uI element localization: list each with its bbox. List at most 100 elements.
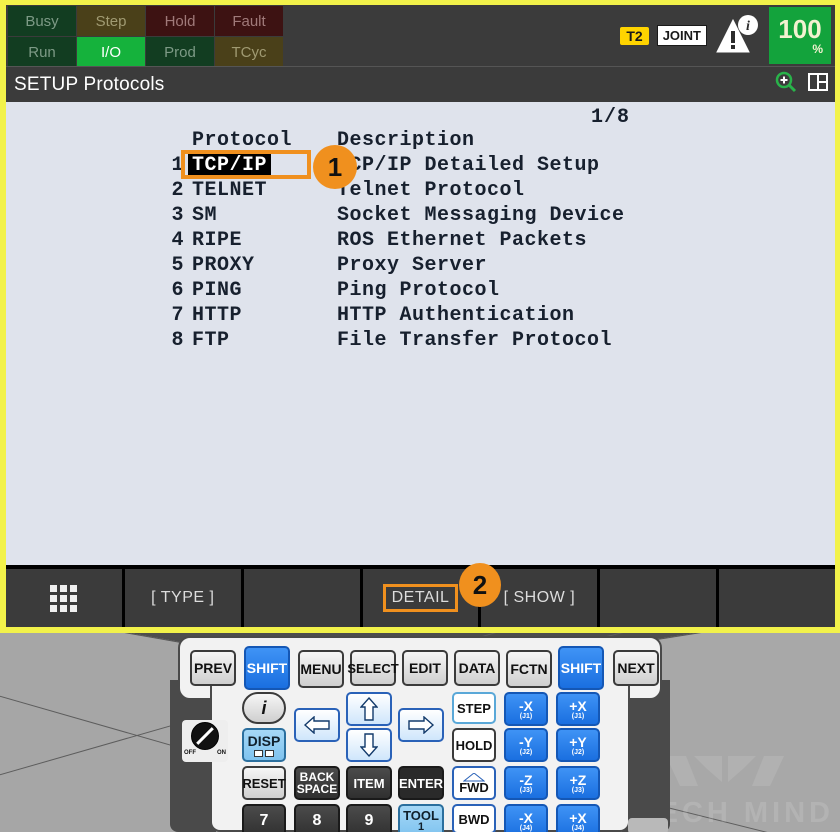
row-index: 4 (171, 229, 184, 252)
key-prev[interactable]: PREV (190, 650, 236, 686)
key-next[interactable]: NEXT (613, 650, 659, 686)
protocol-row-sm[interactable]: 3 SM Socket Messaging Device (166, 203, 625, 228)
key-disp[interactable]: DISP (242, 728, 286, 762)
annotation-badge-2: 2 (459, 563, 501, 607)
arrow-down-icon (360, 733, 378, 758)
fkey-blank-1[interactable] (244, 569, 363, 627)
key-menu[interactable]: MENU (298, 650, 344, 688)
arrow-left-icon (303, 716, 330, 734)
key-jog-minus-x-j4[interactable]: -X (J4) (504, 804, 548, 832)
pendant-right-pad (628, 818, 668, 832)
override-display[interactable]: 100 % (769, 7, 831, 64)
key-arrow-down[interactable] (346, 728, 392, 762)
key-reset[interactable]: RESET (242, 766, 286, 800)
key-info-icon[interactable]: i (242, 692, 286, 724)
function-key-bar: [ TYPE ] DETAIL [ SHOW ] (6, 565, 835, 627)
key-step[interactable]: STEP (452, 692, 496, 724)
key-jog-main: +X (569, 697, 587, 714)
key-jog-minus-z-j3[interactable]: -Z (J3) (504, 766, 548, 800)
protocol-row-telnet[interactable]: 2 TELNET Telnet Protocol (166, 178, 625, 203)
fkey-type[interactable]: [ TYPE ] (125, 569, 244, 627)
arrow-up-icon (360, 696, 378, 721)
key-hold[interactable]: HOLD (452, 728, 496, 762)
zoom-in-icon[interactable] (775, 71, 797, 98)
fkey-blank-2[interactable] (600, 569, 720, 627)
row-protocol: SM (192, 204, 218, 227)
fkey-menu-grid[interactable] (6, 569, 125, 627)
row-index: 7 (171, 304, 184, 327)
protocol-row-ftp[interactable]: 8 FTP File Transfer Protocol (166, 328, 625, 353)
key-item[interactable]: ITEM (346, 766, 392, 800)
title-bar-icons (775, 71, 829, 98)
status-tcyc: TCyc (215, 37, 283, 67)
key-data[interactable]: DATA (454, 650, 500, 686)
key-select[interactable]: SELECT (347, 650, 399, 686)
mech-mind-logo-icon (666, 756, 784, 786)
row-index: 6 (171, 279, 184, 302)
key-jog-sub: (J1) (519, 712, 533, 720)
key-arrow-right[interactable] (398, 708, 444, 742)
key-jog-sub: (J3) (519, 786, 533, 794)
key-arrow-left[interactable] (294, 708, 340, 742)
row-description: Telnet Protocol (337, 179, 525, 202)
key-tool-1[interactable]: TOOL 1 (398, 804, 444, 832)
row-index: 8 (171, 329, 184, 352)
key-jog-plus-x-j4[interactable]: +X (J4) (556, 804, 600, 832)
key-shift-right[interactable]: SHIFT (558, 646, 604, 690)
row-index: 2 (171, 179, 184, 202)
key-edit[interactable]: EDIT (402, 650, 448, 686)
coord-badge: JOINT (656, 25, 707, 46)
selection-highlight-box (181, 150, 311, 179)
power-switch[interactable]: OFF ON (182, 720, 228, 762)
protocol-row-ping[interactable]: 6 PING Ping Protocol (166, 278, 625, 303)
key-jog-minus-x-j1[interactable]: -X (J1) (504, 692, 548, 726)
key-num-8[interactable]: 8 (294, 804, 340, 832)
protocol-row-ripe[interactable]: 4 RIPE ROS Ethernet Packets (166, 228, 625, 253)
key-arrow-up[interactable] (346, 692, 392, 726)
key-jog-main: +X (569, 809, 587, 826)
override-value: 100 (778, 13, 822, 44)
status-run: Run (8, 37, 76, 67)
key-jog-minus-y-j2[interactable]: -Y (J2) (504, 728, 548, 762)
key-jog-plus-z-j3[interactable]: +Z (J3) (556, 766, 600, 800)
power-knob-icon[interactable] (191, 722, 219, 750)
row-protocol: PROXY (192, 254, 255, 277)
teach-pendant: OFF ON PREV SHIFT MENU SELECT EDIT DATA … (170, 636, 670, 832)
key-backspace[interactable]: BACK SPACE (294, 766, 340, 800)
status-hold: Hold (146, 6, 214, 36)
row-protocol: TELNET (192, 179, 268, 202)
power-off-label: OFF (184, 750, 196, 756)
key-fctn[interactable]: FCTN (506, 650, 552, 688)
protocol-row-http[interactable]: 7 HTTP HTTP Authentication (166, 303, 625, 328)
status-bar: Busy Step Hold Fault Run I/O Prod TCyc T… (6, 5, 835, 67)
warning-triangle-info-icon[interactable]: i (715, 14, 759, 58)
status-prod: Prod (146, 37, 214, 67)
key-enter[interactable]: ENTER (398, 766, 444, 800)
key-jog-sub: (J2) (571, 748, 585, 756)
protocol-row-proxy[interactable]: 5 PROXY Proxy Server (166, 253, 625, 278)
key-num-9[interactable]: 9 (346, 804, 392, 832)
key-bwd[interactable]: BWD (452, 804, 496, 832)
grid-menu-icon (50, 584, 78, 612)
status-step: Step (77, 6, 145, 36)
key-fwd[interactable]: FWD (452, 766, 496, 800)
row-protocol: HTTP (192, 304, 243, 327)
status-spacer (283, 5, 620, 66)
key-num-7[interactable]: 7 (242, 804, 286, 832)
key-backspace-line2: SPACE (296, 782, 338, 796)
status-right-group: T2 JOINT i 100 % (620, 5, 835, 66)
app-root: MECH MIND OFF ON PREV SHIFT MENU SELECT … (0, 0, 840, 832)
key-tool-number: 1 (417, 821, 425, 832)
key-jog-main: +Z (569, 771, 587, 788)
key-jog-plus-x-j1[interactable]: +X (J1) (556, 692, 600, 726)
status-io: I/O (77, 37, 145, 67)
hmi-screen: Busy Step Hold Fault Run I/O Prod TCyc T… (0, 0, 840, 633)
key-jog-plus-y-j2[interactable]: +Y (J2) (556, 728, 600, 762)
key-jog-main: -X (519, 809, 533, 826)
fkey-blank-3[interactable] (719, 569, 835, 627)
split-panel-icon[interactable] (807, 71, 829, 98)
row-protocol: PING (192, 279, 243, 302)
key-shift-left[interactable]: SHIFT (244, 646, 290, 690)
row-description: Proxy Server (337, 254, 488, 277)
arrow-right-icon (408, 716, 435, 734)
